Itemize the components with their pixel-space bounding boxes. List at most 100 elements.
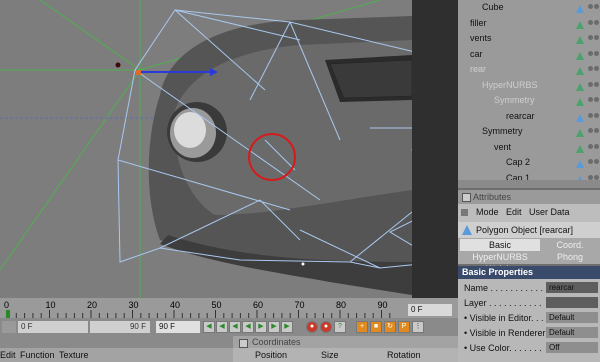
render-visibility-dot[interactable] [594,19,599,25]
property-label: Name . . . . . . . . . . . [464,283,544,293]
render-visibility-dot[interactable] [594,4,599,9]
start-frame-arrows[interactable] [2,321,16,333]
play-button[interactable]: ▶ [255,321,267,333]
symmetry-icon [576,127,584,137]
section-title: Basic Properties [462,267,534,277]
object-row[interactable]: rearcar [458,109,600,125]
autokey-button[interactable]: ● [320,321,332,333]
object-name: rearcar [506,110,535,121]
object-row[interactable]: Symmetry [458,93,600,109]
start-frame-field[interactable]: 0 F [18,321,88,333]
editor-visibility-dot[interactable] [588,81,593,87]
editor-visibility-dot[interactable] [588,50,593,56]
current-frame-field[interactable]: 0 F [408,304,452,316]
menu-user-data[interactable]: User Data [529,207,570,217]
editor-visibility-dot[interactable] [588,143,593,149]
record-button[interactable]: ● [306,321,318,333]
editor-visibility-dot[interactable] [588,97,593,102]
step-back-button[interactable]: ◀ [229,321,241,333]
grid-key-icon[interactable]: ⋮ [412,321,424,333]
scale-key-icon[interactable]: ■ [370,321,382,333]
tab-coord[interactable]: Coord. [542,239,598,251]
playhead-marker[interactable] [6,310,10,318]
menu-grip-icon [461,209,468,216]
end-frame-display[interactable]: 90 F [90,321,150,333]
render-visibility-dot[interactable] [594,81,599,87]
tab-phong[interactable]: Phong [542,251,598,263]
editor-visibility-dot[interactable] [588,128,593,133]
property-field[interactable]: Off [546,342,598,353]
tab-hypernurbs-weight[interactable]: HyperNURBS Weight [460,251,540,274]
viewport[interactable] [0,0,458,298]
timeline-tick-label: 80 [336,300,346,310]
render-visibility-dot[interactable] [594,174,599,180]
property-field[interactable]: rearcar [546,282,598,293]
step-forward-button[interactable]: ▶ [268,321,280,333]
attributes-header: Attributes [458,190,600,204]
editor-visibility-dot[interactable] [588,174,593,180]
property-field[interactable] [546,297,598,308]
menu-material-edit[interactable]: Edit [0,350,16,360]
prev-key-button[interactable]: ◀ [216,321,228,333]
property-field[interactable]: Default [546,312,598,323]
keyframe-selection-button[interactable]: ? [334,321,346,333]
polygon-icon [576,158,584,168]
panel-divider[interactable] [458,180,600,188]
null-icon [576,19,584,29]
object-row[interactable]: Symmetry [458,124,600,140]
object-row[interactable]: rear [458,62,600,78]
object-row[interactable]: filler [458,16,600,32]
editor-visibility-dot[interactable] [588,159,593,164]
timeline[interactable]: 0 10 20 30 40 50 60 70 80 90 [0,298,458,318]
coordinates-columns: Position Size Rotation [233,348,458,362]
object-row[interactable]: vent [458,140,600,156]
render-visibility-dot[interactable] [594,97,599,102]
property-label: Layer . . . . . . . . . . . [464,298,542,308]
rotate-key-icon[interactable]: ↻ [384,321,396,333]
null-icon [576,143,584,153]
go-to-end-button[interactable]: ▶ [281,321,293,333]
object-row[interactable]: car [458,47,600,63]
render-visibility-dot[interactable] [594,128,599,133]
object-name: vent [494,141,512,152]
viewport-scene [0,0,458,298]
editor-visibility-dot[interactable] [588,66,593,71]
property-field[interactable]: Default [546,327,598,338]
editor-visibility-dot[interactable] [588,35,593,40]
play-reverse-button[interactable]: ◀ [242,321,254,333]
object-name: Cube [482,2,504,12]
end-frame-field[interactable]: 90 F [156,321,200,333]
object-row[interactable]: HyperNURBS [458,78,600,94]
editor-visibility-dot[interactable] [588,4,593,9]
render-visibility-dot[interactable] [594,143,599,149]
object-row[interactable]: Cap 2 [458,155,600,171]
menu-material-function[interactable]: Function [20,350,55,360]
attributes-title: Attributes [473,192,512,202]
param-key-icon[interactable]: P [398,321,410,333]
render-visibility-dot[interactable] [594,112,599,118]
attributes-checkbox-icon[interactable] [462,193,471,202]
editor-visibility-dot[interactable] [588,112,593,118]
coordinates-title: Coordinates [252,337,301,347]
render-visibility-dot[interactable] [594,35,599,40]
material-manager [0,336,233,348]
object-row[interactable]: Cube [458,0,600,16]
menu-material-texture[interactable]: Texture [59,350,89,360]
menu-mode[interactable]: Mode [476,207,499,217]
object-name: HyperNURBS [482,79,538,90]
coordinates-checkbox-icon[interactable] [239,339,248,348]
move-key-icon[interactable]: + [356,321,368,333]
timeline-ruler: 0 10 20 30 40 50 60 70 80 90 [4,300,391,318]
object-row[interactable]: vents [458,31,600,47]
property-row: • Visible in Renderer . Default [458,326,600,340]
timeline-tick-label: 20 [87,300,97,310]
tab-basic[interactable]: Basic [460,239,540,251]
go-to-start-button[interactable]: ◀ [203,321,215,333]
render-visibility-dot[interactable] [594,159,599,164]
render-visibility-dot[interactable] [594,50,599,56]
menu-edit[interactable]: Edit [506,207,522,217]
object-manager[interactable]: Cube filler vents car rear HyperNURBS Symmetry… [458,0,600,184]
editor-visibility-dot[interactable] [588,19,593,25]
timeline-tick-label: 30 [129,300,139,310]
render-visibility-dot[interactable] [594,66,599,71]
